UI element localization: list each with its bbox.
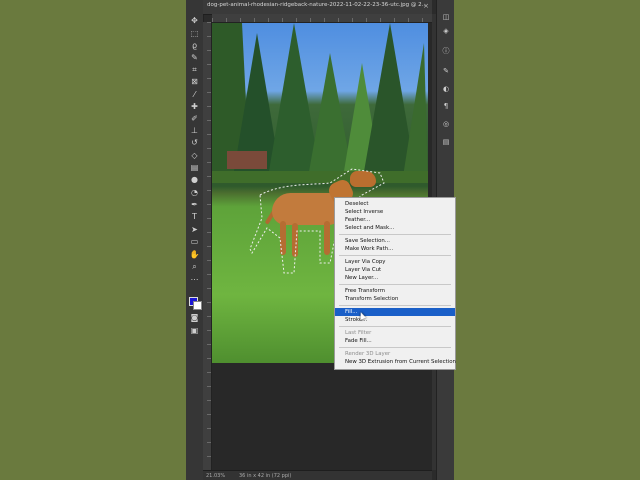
menu-item-stroke[interactable]: Stroke... [335, 316, 455, 324]
menu-separator [339, 305, 451, 306]
lasso-icon[interactable]: ϱ [189, 41, 200, 51]
eraser-icon[interactable]: ◇ [189, 151, 200, 161]
adjust-icon[interactable]: ◐ [441, 84, 451, 94]
background-color-swatch[interactable] [193, 301, 202, 310]
eyedropper-icon[interactable]: ⁄ [189, 90, 200, 100]
stack-icon[interactable]: ◈ [441, 26, 451, 36]
frame-icon[interactable]: ⊠ [189, 77, 200, 87]
type-icon[interactable]: T [189, 212, 200, 222]
menu-item-free-transform[interactable]: Free Transform [335, 287, 455, 295]
background-left [0, 0, 186, 480]
quick-select-icon[interactable]: ✎ [189, 53, 200, 63]
menu-item-feather[interactable]: Feather... [335, 216, 455, 224]
menu-item-deselect[interactable]: Deselect [335, 200, 455, 208]
brush-icon[interactable]: ✐ [189, 114, 200, 124]
zoom-icon[interactable]: ⌕ [189, 262, 200, 272]
tools-panel: ✥ ⬚ ϱ ✎ ⌗ ⊠ ⁄ ✚ ✐ ⊥ ↺ ◇ ▤ ● ◔ ✒ T ➤ ▭ ✋ … [186, 0, 204, 480]
close-tab-icon[interactable]: × [423, 2, 429, 10]
menu-item-render-3d-layer: Render 3D Layer [345, 351, 391, 357]
history-brush-icon[interactable]: ↺ [189, 138, 200, 148]
path-select-icon[interactable]: ➤ [189, 225, 200, 235]
menu-item-select-and-mask[interactable]: Select and Mask... [335, 224, 455, 232]
healing-icon[interactable]: ✚ [189, 102, 200, 112]
menu-item-save-selection[interactable]: Save Selection... [335, 237, 455, 245]
channels-icon[interactable]: ◎ [441, 119, 451, 129]
gradient-icon[interactable]: ▤ [189, 163, 200, 173]
menu-item-transform-selection[interactable]: Transform Selection [335, 295, 455, 303]
more-tools-icon[interactable]: ⋯ [189, 275, 200, 285]
marquee-icon[interactable]: ⬚ [189, 29, 200, 39]
menu-item-layer-via-cut[interactable]: Layer Via Cut [335, 266, 455, 274]
context-menu: Deselect Select Inverse Feather... Selec… [334, 197, 456, 370]
horizontal-ruler [212, 14, 432, 23]
menu-separator [339, 326, 451, 327]
properties-icon[interactable]: ▤ [441, 137, 451, 147]
rectangle-icon[interactable]: ▭ [189, 237, 200, 247]
document-tab[interactable]: dog-pet-animal-rhodesian-ridgeback-natur… [203, 0, 432, 15]
menu-item-new-3d-extrusion[interactable]: New 3D Extrusion from Current Selection [335, 358, 456, 366]
menu-separator [339, 255, 451, 256]
dodge-icon[interactable]: ◔ [189, 188, 200, 198]
screen-mode-icon[interactable]: ▣ [189, 326, 200, 336]
menu-item-last-filter: Last Filter [345, 330, 372, 336]
status-bar: 21.03% 36 in x 42 in (72 ppi) [203, 470, 432, 480]
zoom-level[interactable]: 21.03% [206, 471, 225, 480]
info-icon[interactable]: ⓘ [441, 46, 451, 56]
hand-icon[interactable]: ✋ [189, 250, 200, 260]
blur-icon[interactable]: ● [189, 175, 200, 185]
menu-item-new-layer[interactable]: New Layer... [335, 274, 455, 282]
menu-item-layer-via-copy[interactable]: Layer Via Copy [335, 258, 455, 266]
paragraph-icon[interactable]: ¶ [441, 101, 451, 111]
menu-item-fill[interactable]: Fill... [335, 308, 455, 316]
menu-separator [339, 347, 451, 348]
quick-mask-icon[interactable]: ◙ [189, 313, 200, 323]
document-tab-title: dog-pet-animal-rhodesian-ridgeback-natur… [207, 2, 427, 8]
menu-separator [339, 234, 451, 235]
pen-icon[interactable]: ✒ [189, 200, 200, 210]
document-size: 36 in x 42 in (72 ppi) [239, 473, 292, 479]
background-right [454, 0, 640, 480]
clone-stamp-icon[interactable]: ⊥ [189, 126, 200, 136]
crop-icon[interactable]: ⌗ [189, 65, 200, 75]
brush-settings-icon[interactable]: ✎ [441, 66, 451, 76]
vertical-ruler [203, 22, 212, 472]
menu-item-make-work-path[interactable]: Make Work Path... [335, 245, 455, 253]
move-icon[interactable]: ✥ [189, 16, 200, 26]
menu-item-select-inverse[interactable]: Select Inverse [335, 208, 455, 216]
menu-item-fade-fill[interactable]: Fade Fill... [335, 337, 455, 345]
layers-icon[interactable]: ◫ [441, 12, 451, 22]
menu-separator [339, 284, 451, 285]
